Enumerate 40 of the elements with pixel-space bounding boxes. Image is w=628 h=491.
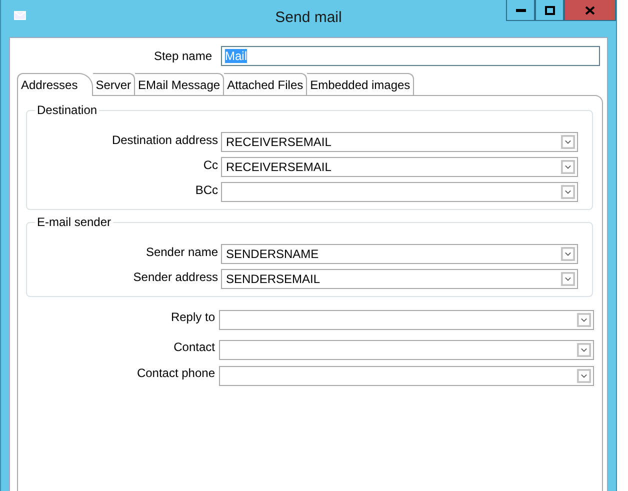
group-title: Destination — [35, 103, 100, 117]
field-label: Cc — [202, 157, 219, 172]
field-label: Contact — [172, 339, 216, 354]
maximize-icon — [544, 6, 554, 14]
dropdown-field[interactable] — [221, 182, 578, 202]
tab[interactable]: EMail Message — [135, 73, 224, 95]
group-title: E-mail sender — [35, 215, 114, 229]
dropdown-field[interactable] — [219, 340, 594, 360]
tab[interactable]: Server — [92, 73, 136, 95]
field-label: Contact phone — [136, 365, 216, 380]
field-label: Destination address — [110, 132, 219, 147]
field-label: Sender name — [144, 244, 219, 259]
maximize-button[interactable] — [535, 0, 564, 21]
dropdown-icon[interactable] — [577, 342, 591, 356]
dropdown-field[interactable] — [219, 310, 594, 330]
minimize-button[interactable] — [506, 0, 535, 21]
dropdown-icon[interactable] — [561, 272, 575, 286]
mail-icon — [14, 11, 26, 20]
field-label: Sender address — [132, 269, 219, 284]
tab[interactable]: Attached Files — [224, 73, 308, 95]
tab[interactable]: Embedded images — [307, 73, 414, 95]
dropdown-field[interactable]: RECEIVERSEMAIL — [221, 132, 578, 152]
dropdown-icon[interactable] — [561, 135, 575, 149]
field-label: Step name — [152, 49, 213, 63]
dropdown-icon[interactable] — [561, 160, 575, 174]
close-button[interactable] — [564, 0, 616, 21]
minimize-icon — [516, 8, 526, 12]
dropdown-icon[interactable] — [561, 185, 575, 199]
tab[interactable]: Addresses — [17, 73, 93, 96]
window-title: Send mail — [275, 9, 342, 26]
dropdown-icon[interactable] — [561, 247, 575, 261]
field-label: BCc — [194, 182, 219, 197]
dropdown-field[interactable]: SENDERSNAME — [221, 244, 578, 264]
dropdown-field[interactable]: RECEIVERSEMAIL — [221, 157, 578, 177]
dropdown-field[interactable]: SENDERSEMAIL — [221, 269, 578, 289]
dropdown-field[interactable] — [219, 366, 594, 386]
field-label: Reply to — [170, 309, 216, 324]
close-icon — [585, 6, 595, 14]
dropdown-icon[interactable] — [577, 368, 591, 382]
dropdown-icon[interactable] — [577, 312, 591, 326]
